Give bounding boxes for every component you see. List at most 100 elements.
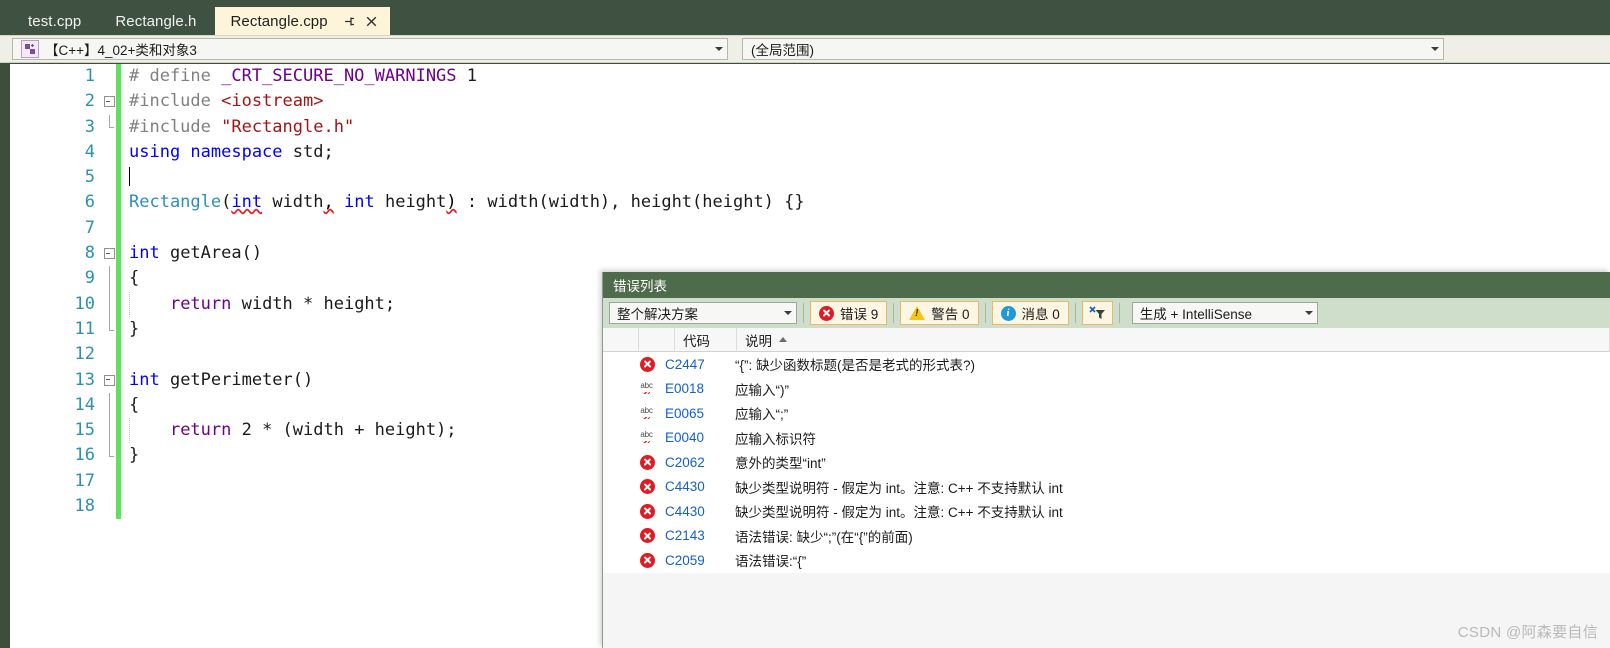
project-scope-text: 【C++】4_02+类和对象3 (45, 43, 197, 58)
code-line[interactable]: 1 # define _CRT_SECURE_NO_WARNINGS 1 (10, 64, 1610, 90)
table-row[interactable]: abc E0018 应输入“)” (603, 377, 1610, 402)
column-header-blank1[interactable] (603, 327, 639, 352)
table-row[interactable]: C2143 语法错误: 缺少“;”(在“{”的前面) (603, 524, 1610, 549)
table-row[interactable]: C2059 语法错误:“{” (603, 548, 1610, 573)
close-icon[interactable] (362, 11, 382, 31)
tab-rectangle-h[interactable]: Rectangle.h (99, 7, 214, 35)
line-number: 12 (74, 344, 95, 365)
table-row[interactable]: abc E0040 应输入标识符 (603, 426, 1610, 451)
build-filter-dropdown[interactable]: 生成 + IntelliSense (1131, 302, 1318, 324)
error-description: “{”: 缺少函数标题(是否是老式的形式表?) (735, 358, 976, 374)
fold-toggle[interactable] (102, 241, 116, 266)
error-code[interactable]: C4430 (665, 504, 727, 519)
editor-tab-strip: test.cpp Rectangle.h Rectangle.cpp (0, 0, 1610, 35)
tab-rectangle-cpp[interactable]: Rectangle.cpp (214, 7, 390, 35)
error-code[interactable]: C2059 (665, 553, 727, 568)
tab-test-cpp[interactable]: test.cpp (12, 7, 99, 35)
error-description: 缺少类型说明符 - 假定为 int。注意: C++ 不支持默认 int (735, 480, 1063, 496)
errors-filter-button[interactable]: 错误 9 (810, 301, 888, 325)
line-number: 18 (74, 496, 95, 517)
member-scope-dropdown[interactable]: (全局范围) (742, 38, 1444, 60)
chevron-down-icon[interactable] (1427, 47, 1443, 51)
chevron-down-icon[interactable] (780, 311, 796, 315)
code-line-text: # define _CRT_SECURE_NO_WARNINGS 1 (129, 66, 478, 86)
chevron-down-icon[interactable] (711, 47, 727, 51)
error-code[interactable]: E0065 (665, 406, 727, 421)
error-icon (640, 479, 655, 495)
error-code[interactable]: C4430 (665, 479, 727, 494)
error-list-toolbar: 整个解决方案 错误 9 警告 0 i 消息 0 (603, 298, 1610, 328)
change-bar (116, 468, 121, 495)
severity-cell (603, 479, 665, 495)
error-code[interactable]: C2143 (665, 528, 727, 543)
column-header-code[interactable]: 代码 (675, 327, 737, 352)
fold-column (102, 64, 116, 89)
toolbar-separator (1074, 303, 1076, 323)
tab-actions (340, 11, 382, 31)
intellisense-icon: abc (638, 430, 655, 445)
error-list-title-bar[interactable]: 错误列表 (603, 272, 1610, 298)
tab-label: Rectangle.h (115, 12, 197, 30)
fold-column (102, 443, 116, 468)
pin-icon[interactable] (340, 11, 360, 31)
error-icon (819, 305, 834, 321)
messages-filter-button[interactable]: i 消息 0 (991, 301, 1069, 325)
toolbar-separator (893, 303, 895, 323)
fold-toggle[interactable] (102, 368, 116, 393)
table-row[interactable]: C2062 意外的类型“int” (603, 450, 1610, 475)
project-scope-label: 【C++】4_02+类和对象3 (13, 39, 711, 59)
error-code[interactable]: C2062 (665, 455, 727, 470)
line-number: 13 (74, 369, 95, 390)
code-line[interactable]: 2 #include <iostream> (10, 89, 1610, 115)
context-switcher-icon (21, 40, 39, 58)
error-code[interactable]: E0040 (665, 430, 727, 445)
code-line[interactable]: 3 #include "Rectangle.h" (10, 114, 1610, 140)
error-list-panel: 错误列表 整个解决方案 错误 9 警告 0 i 消息 0 (602, 272, 1610, 648)
code-line[interactable]: 6 Rectangle(int width, int height) : wid… (10, 190, 1610, 216)
fold-column (102, 469, 116, 494)
csdn-watermark: CSDN @阿森要自信 (1457, 624, 1598, 641)
code-line-text: int getArea() (129, 243, 263, 264)
code-line[interactable]: 4 using namespace std; (10, 139, 1610, 166)
table-row[interactable]: C4430 缺少类型说明符 - 假定为 int。注意: C++ 不支持默认 in… (603, 499, 1610, 524)
error-description: 语法错误:“{” (735, 554, 807, 570)
chevron-down-icon[interactable] (1301, 311, 1317, 315)
code-line[interactable]: 5 (10, 165, 1610, 191)
project-scope-dropdown[interactable]: 【C++】4_02+类和对象3 (12, 38, 728, 60)
table-row[interactable]: C4430 缺少类型说明符 - 假定为 int。注意: C++ 不支持默认 in… (603, 475, 1610, 500)
tab-label: test.cpp (28, 12, 82, 30)
warnings-count-label: 警告 0 (931, 307, 970, 322)
line-number: 1 (84, 66, 95, 86)
error-code[interactable]: E0018 (665, 381, 727, 396)
fold-toggle[interactable] (102, 89, 116, 114)
intellisense-icon: abc (638, 381, 655, 396)
clear-filter-button[interactable] (1081, 301, 1113, 325)
errors-count-label: 错误 9 (840, 307, 879, 322)
fold-column (102, 140, 116, 165)
column-header-description[interactable]: 说明 (737, 327, 1610, 352)
scope-filter-dropdown[interactable]: 整个解决方案 (609, 302, 797, 324)
code-line[interactable]: 8 int getArea() (10, 241, 1610, 267)
fold-column (102, 291, 116, 317)
line-number: 7 (84, 217, 95, 238)
error-list-column-headers: 代码 说明 (603, 327, 1610, 352)
line-number: 5 (84, 167, 95, 188)
code-line-text: #include <iostream> (129, 91, 324, 112)
error-icon (640, 356, 655, 372)
column-header-blank2[interactable] (639, 327, 675, 352)
line-number: 16 (74, 445, 95, 466)
severity-cell (603, 454, 665, 470)
text-caret (129, 167, 130, 187)
error-description: 意外的类型“int” (735, 456, 826, 472)
warnings-filter-button[interactable]: 警告 0 (900, 301, 979, 325)
severity-cell (603, 503, 665, 519)
code-line[interactable]: 7 (10, 215, 1610, 242)
error-icon (640, 503, 655, 519)
error-icon (640, 552, 655, 568)
table-row[interactable]: C2447 “{”: 缺少函数标题(是否是老式的形式表?) (603, 352, 1610, 377)
error-code[interactable]: C2447 (665, 357, 727, 372)
tab-label: Rectangle.cpp (230, 12, 328, 30)
fold-column (102, 316, 116, 342)
table-row[interactable]: abc E0065 应输入“;” (603, 401, 1610, 426)
error-list-rows: C2447 “{”: 缺少函数标题(是否是老式的形式表?) abc E0018 … (603, 352, 1610, 573)
